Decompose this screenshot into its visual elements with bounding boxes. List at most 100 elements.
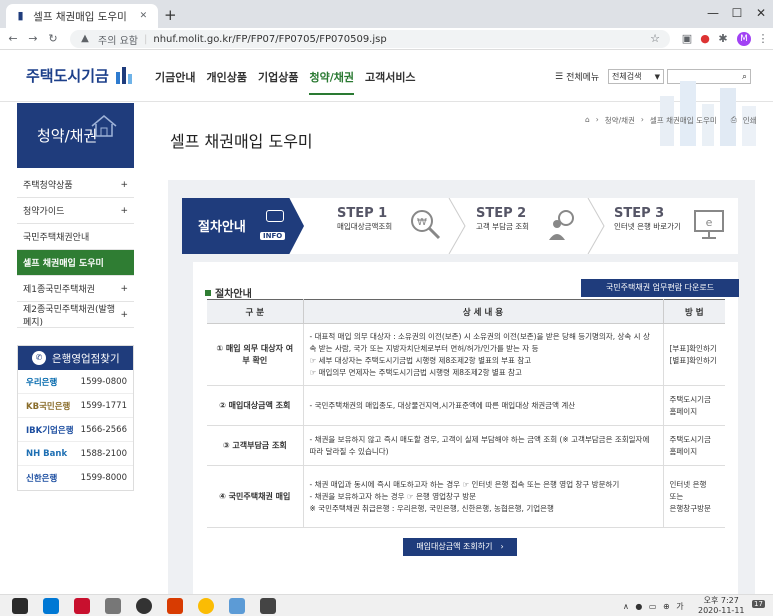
bank-row-ibk[interactable]: IBK기업은행 1566-2566 [18, 418, 133, 442]
phone-icon: ✆ [32, 351, 46, 365]
nav-subscription-bond[interactable]: 청약/채권 [309, 69, 354, 95]
sidebar-header: 청약/채권 [17, 103, 134, 168]
row-method: 주택도시기금 홈페이지 [662, 425, 725, 466]
query-amount-button[interactable]: 매입대상금액 조회하기 › [403, 538, 517, 556]
profile-avatar[interactable]: M [737, 32, 751, 46]
sidebar-item-label: 주택청약상품 [23, 181, 73, 191]
table-link[interactable]: [별표]확인하기 [670, 355, 720, 367]
section-title: 절차안내 [205, 285, 252, 300]
mail-icon[interactable] [43, 598, 59, 614]
breadcrumb-item[interactable]: 청약/채권 [605, 115, 635, 126]
row-detail: - 채권 매입과 동시에 즉시 매도하고자 하는 경우 ☞ 인터넷 은행 접속 … [303, 465, 663, 528]
sidebar-item-label: 제2종국민주택채권(발행폐지) [23, 304, 116, 328]
method-line: 주택도시기금 [669, 394, 711, 404]
all-menu-button[interactable]: ☰ 전체메뉴 [555, 70, 599, 84]
omnibox[interactable]: ▲ 주의 요함 | nhuf.molit.go.kr/FP/FP07/FP070… [70, 30, 670, 48]
puzzle-icon[interactable]: ✱ [716, 32, 730, 46]
detail-line: ☞ 매입의무 면제자는 주택도시기금법 시행령 제8조제2항 별표 참고 [309, 367, 522, 377]
windows-taskbar: ∧ ● ▭ ⊕ 가 오후 7:27 2020-11-11 17 [0, 594, 773, 616]
nav-corporate[interactable]: 기업상품 [258, 69, 298, 95]
table-header: 상 세 내 용 [303, 299, 664, 324]
bank-name: 신한은행 [26, 474, 58, 484]
clock[interactable]: 오후 7:27 2020-11-11 [698, 596, 745, 616]
house-icon [91, 115, 117, 137]
step-number: STEP 2 [476, 206, 527, 221]
bank-finder: ✆ 은행영업점찾기 우리은행 1599-0800 KB국민은행 1599-177… [17, 345, 134, 491]
method-line: 홈페이지 [669, 406, 698, 416]
bank-row-shinhan[interactable]: 신한은행 1599-8000 [18, 466, 133, 490]
appendix-link[interactable]: [부표]확인하기 [670, 343, 720, 355]
method-line: 주택도시기금 [669, 434, 711, 444]
sidebar-item-type1-bond[interactable]: 제1종국민주택채권 + [17, 276, 134, 302]
antivirus-icon[interactable] [74, 598, 90, 614]
print-label[interactable]: 인쇄 [743, 115, 757, 126]
home-icon[interactable]: ⌂ [585, 115, 590, 126]
bank-name: KB국민은행 [26, 401, 71, 412]
row-label: ① 매입 의무 대상자 여부 확인 [207, 323, 304, 386]
bank-row-woori[interactable]: 우리은행 1599-0800 [18, 370, 133, 394]
logo-text: 주택도시기금 [26, 66, 109, 85]
browser-tab[interactable]: ▮ 셀프 채권매입 도우미 < 청 ✕ [6, 4, 158, 28]
sidebar-item-label: 국민주택채권안내 [23, 233, 90, 243]
menu-dots-icon[interactable]: ⋮ [756, 32, 770, 46]
site-logo[interactable]: 주택도시기금 [26, 64, 136, 86]
method-line: 은행창구방문 [669, 503, 711, 513]
star-icon[interactable]: ☆ [648, 32, 662, 46]
nav-personal[interactable]: 개인상품 [206, 69, 246, 95]
sidebar-item-self-bond-helper[interactable]: 셀프 채권매입 도우미 [17, 250, 134, 276]
step-1[interactable]: STEP 1 매입대상금액조회 [337, 206, 392, 232]
settings-icon[interactable] [105, 598, 121, 614]
print-icon[interactable]: ⎙ [731, 115, 737, 126]
store-icon[interactable] [12, 598, 28, 614]
bank-phone: 1599-1771 [80, 400, 127, 411]
clock-time: 오후 7:27 [703, 596, 739, 605]
shield-extension-icon[interactable]: ● [698, 32, 712, 46]
tab-close-icon[interactable]: ✕ [137, 9, 150, 23]
bank-phone: 1599-8000 [80, 473, 127, 483]
calculator-icon[interactable] [260, 598, 276, 614]
tab-title: 셀프 채권매입 도우미 < 청 [33, 10, 131, 23]
step-3[interactable]: STEP 3 인터넷 은행 바로가기 [614, 206, 681, 232]
browser-icon[interactable] [136, 598, 152, 614]
url-text[interactable]: nhuf.molit.go.kr/FP/FP07/FP0705/FP070509… [153, 34, 386, 45]
sidebar-item-type2-bond[interactable]: 제2종국민주택채권(발행폐지) + [17, 302, 134, 328]
bank-phone: 1599-0800 [80, 376, 127, 387]
notification-badge[interactable]: 17 [752, 600, 765, 608]
sidebar-item-label: 청약가이드 [23, 207, 65, 217]
method-line: 또는 [669, 491, 684, 501]
logo-mark-icon [115, 67, 132, 84]
sidebar-item-bond-info[interactable]: 국민주택채권안내 [17, 224, 134, 250]
separator: › [640, 115, 644, 124]
extension-icon[interactable]: ▣ [680, 32, 694, 46]
bullet-icon [205, 289, 211, 296]
detail-line: ※ 국민주택채권 취급은행 : 우리은행, 국민은행, 신한은행, 농협은행, … [309, 503, 554, 513]
app-icon[interactable] [229, 598, 245, 614]
back-icon[interactable]: ← [6, 32, 20, 46]
plus-icon: + [120, 179, 128, 190]
detail-line: ☞ 세부 대상자는 주택도시기금법 시행령 제8조제2항 별표의 부표 참고 [309, 355, 532, 365]
forward-icon[interactable]: → [26, 32, 40, 46]
sidebar-item-subscription-guide[interactable]: 청약가이드 + [17, 198, 134, 224]
reload-icon[interactable]: ↻ [46, 32, 60, 46]
row-detail: - 대표적 매입 의무 대상자 : 소유권의 이전(보존) 시 소유권의 이전(… [303, 323, 663, 386]
row-label: ③ 고객부담금 조회 [207, 425, 304, 466]
method-line: 인터넷 은행 [669, 479, 707, 489]
row-label: ② 매입대상금액 조회 [207, 385, 304, 426]
bank-row-nh[interactable]: NH Bank 1588-2100 [18, 442, 133, 466]
close-window-icon[interactable]: ✕ [748, 2, 773, 24]
nav-fund-info[interactable]: 기금안내 [155, 69, 195, 95]
download-manual-button[interactable]: 국민주택채권 업무편람 다운로드 [581, 279, 739, 297]
new-tab-button[interactable]: + [164, 6, 177, 24]
maximize-icon[interactable]: ☐ [724, 2, 750, 24]
bank-row-kb[interactable]: KB국민은행 1599-1771 [18, 394, 133, 418]
step-2[interactable]: STEP 2 고객 부담금 조회 [476, 206, 529, 232]
detail-line: - 대표적 매입 의무 대상자 : 소유권의 이전(보존) 시 소유권의 이전(… [309, 331, 650, 353]
tray-icons: ∧ ● ▭ ⊕ 가 [623, 602, 686, 611]
minimize-icon[interactable]: — [700, 2, 726, 24]
nav-customer[interactable]: 고객서비스 [365, 69, 416, 95]
browser-titlebar: ▮ 셀프 채권매입 도우미 < 청 ✕ + — ☐ ✕ [0, 0, 773, 28]
office-icon[interactable] [167, 598, 183, 614]
chrome-icon[interactable] [198, 598, 214, 614]
address-bar: ← → ↻ ▲ 주의 요함 | nhuf.molit.go.kr/FP/FP07… [0, 28, 773, 50]
sidebar-item-housing-subscription[interactable]: 주택청약상품 + [17, 172, 134, 198]
